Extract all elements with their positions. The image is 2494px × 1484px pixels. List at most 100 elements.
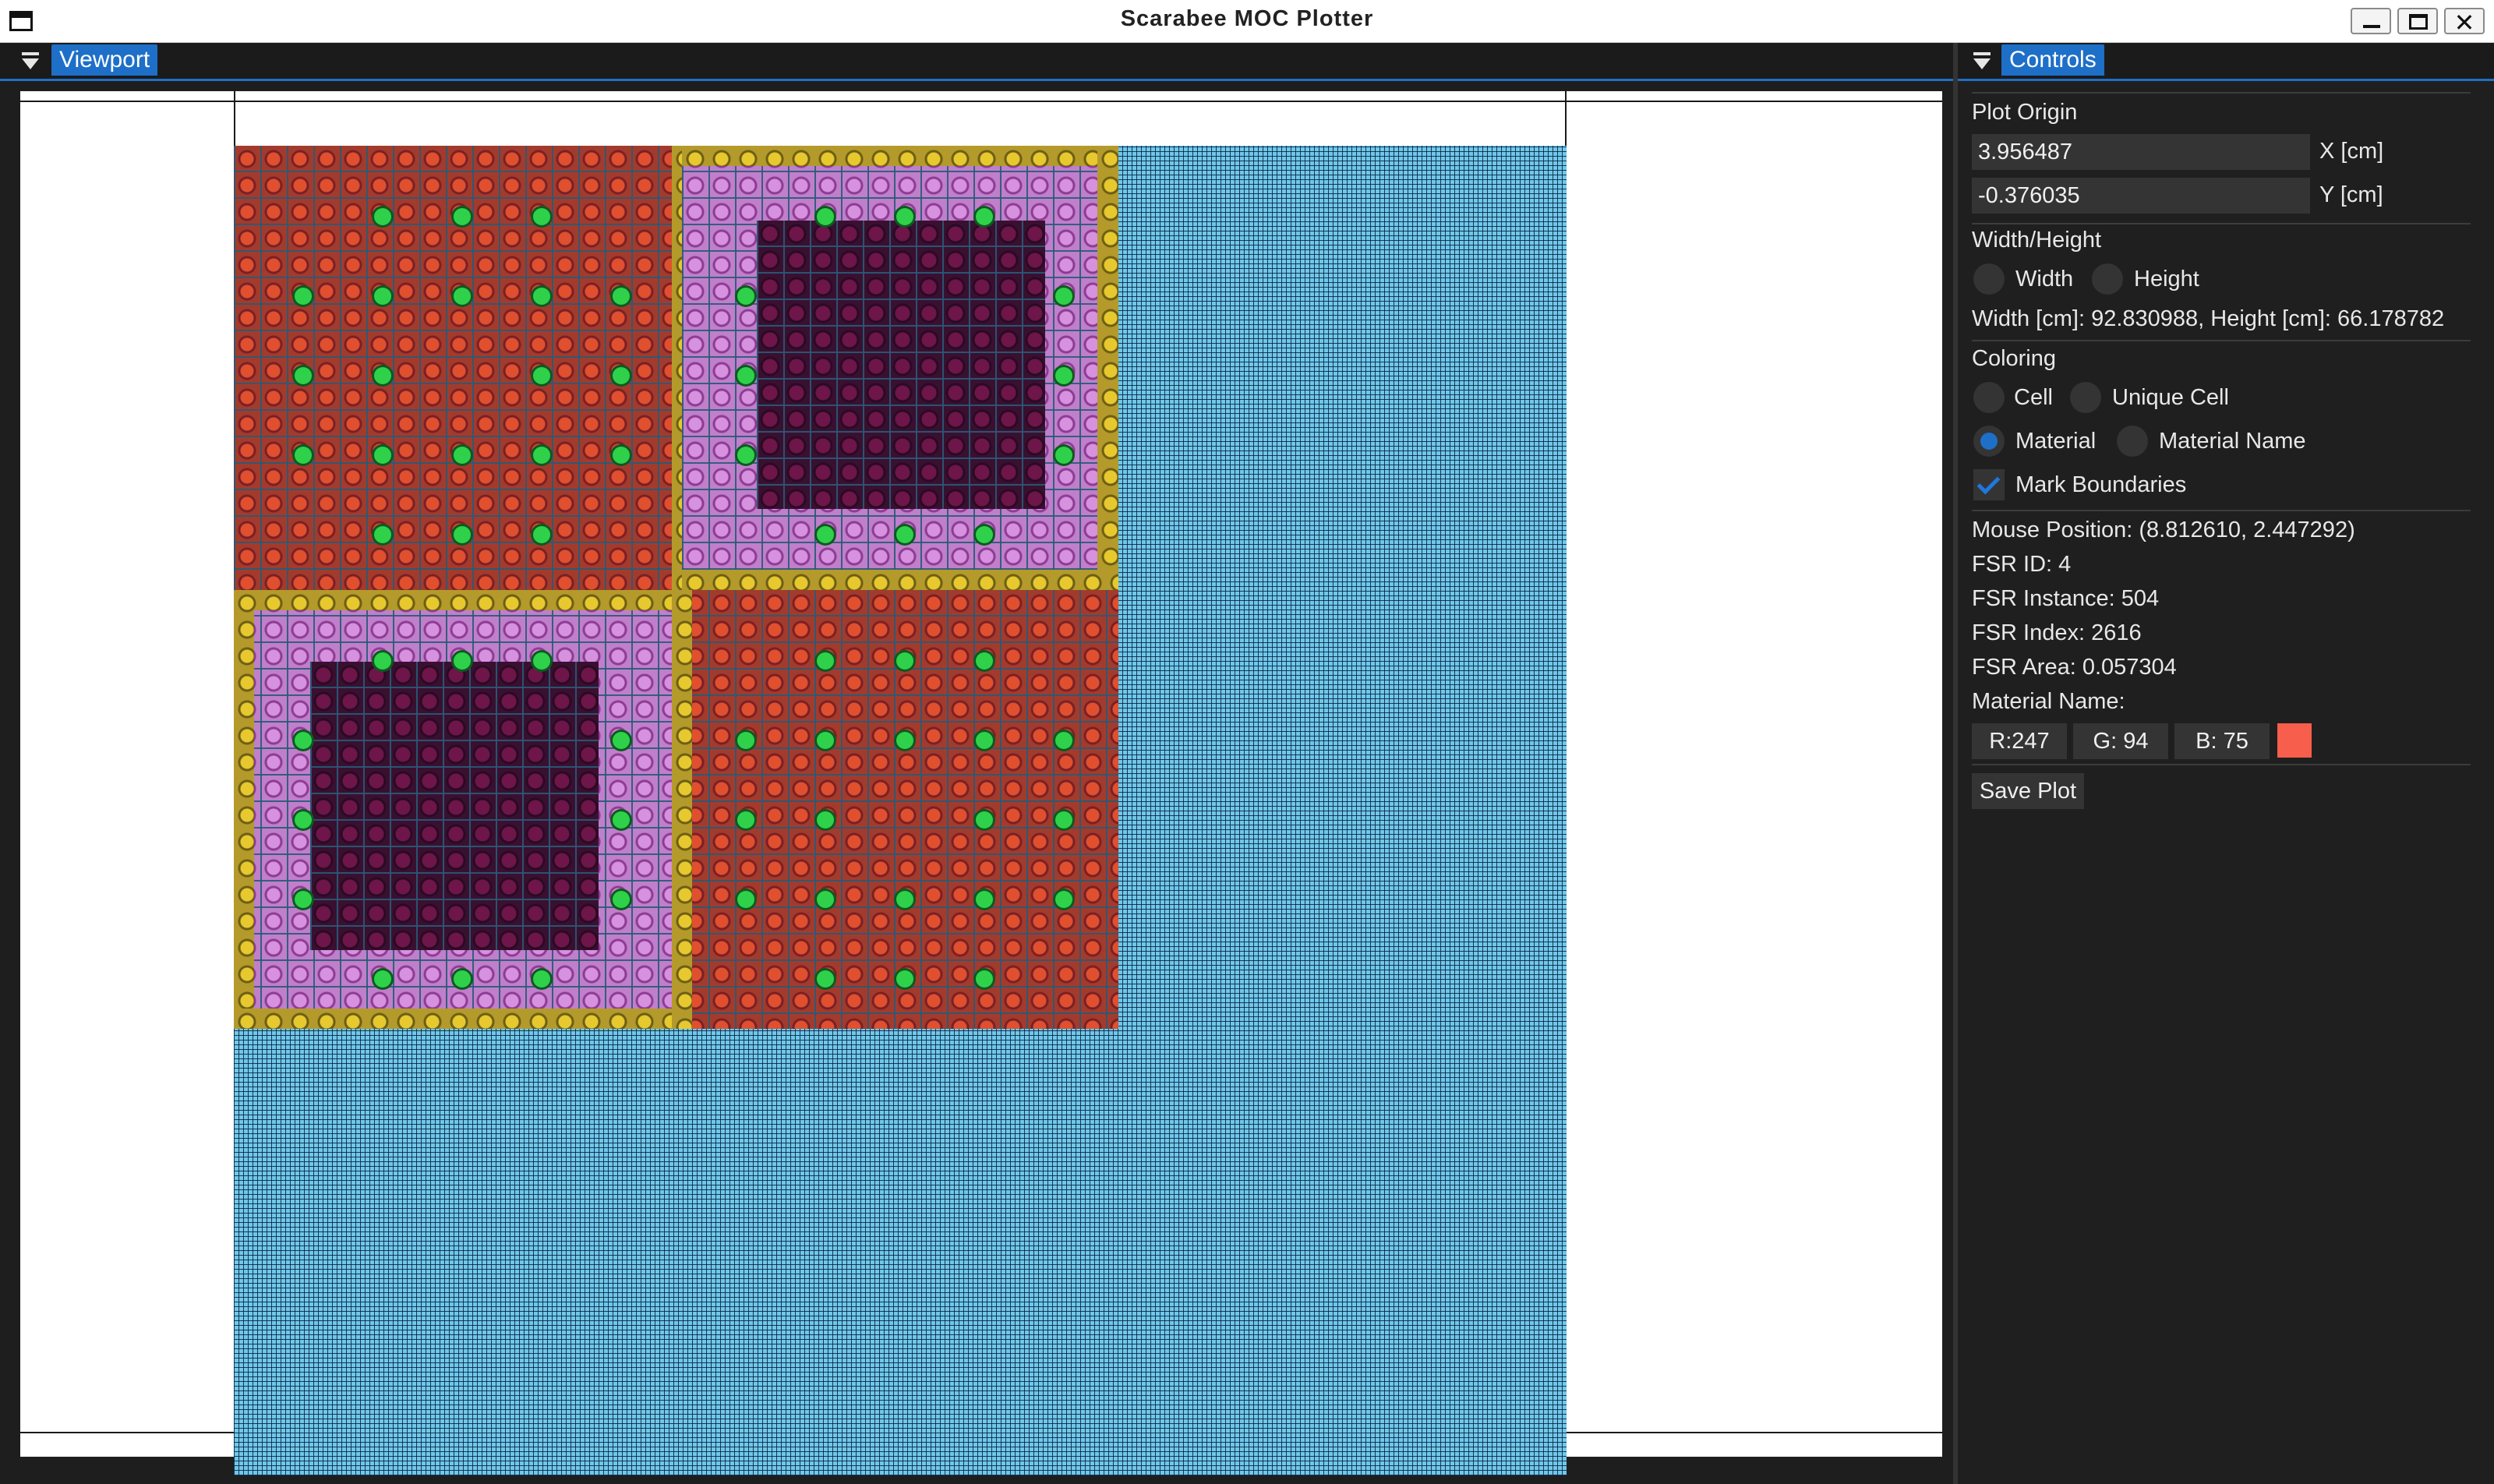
save-plot-button[interactable]: Save Plot xyxy=(1972,773,2084,809)
collapse-arrow-icon[interactable] xyxy=(22,52,39,69)
fsr-instance-readout: FSR Instance: 504 xyxy=(1972,586,2160,611)
tab-controls[interactable]: Controls xyxy=(2001,44,2104,76)
guide-tube xyxy=(533,970,550,988)
origin-y-input[interactable]: -0.376035 xyxy=(1972,178,2310,214)
cell-radio[interactable] xyxy=(1973,382,2005,413)
separator xyxy=(1972,764,2471,765)
moc-geometry-plot[interactable] xyxy=(234,146,1567,1475)
guide-tube xyxy=(295,891,312,908)
guide-tube xyxy=(976,208,993,225)
guide-tube xyxy=(613,732,630,749)
material-radio[interactable] xyxy=(1973,426,2005,457)
close-button[interactable]: ✕ xyxy=(2444,8,2485,37)
mark-boundaries-checkbox[interactable] xyxy=(1973,469,2005,500)
guide-tube xyxy=(295,732,312,749)
guide-tube xyxy=(737,367,754,384)
guide-tube xyxy=(976,526,993,543)
separator xyxy=(1972,92,2471,94)
guide-tube xyxy=(454,208,471,225)
guide-tube xyxy=(374,447,391,464)
guide-tube xyxy=(295,447,312,464)
guide-tube xyxy=(454,652,471,670)
assembly-edge-strip xyxy=(234,1009,682,1029)
guide-tube xyxy=(454,288,471,305)
dimensions-readout: Width [cm]: 92.830988, Height [cm]: 66.1… xyxy=(1972,306,2445,331)
guide-tube xyxy=(533,367,550,384)
guide-tube xyxy=(817,652,834,670)
guide-tube xyxy=(374,970,391,988)
guide-tube xyxy=(1055,732,1072,749)
guide-tube xyxy=(613,367,630,384)
fsr-id-readout: FSR ID: 4 xyxy=(1972,552,2072,577)
guide-tube xyxy=(295,288,312,305)
guide-tube xyxy=(737,447,754,464)
maximize-icon xyxy=(2409,14,2428,30)
collapse-arrow-icon[interactable] xyxy=(1973,52,1991,69)
assembly-edge-strip xyxy=(672,590,692,1029)
material-name-radio-label: Material Name xyxy=(2159,429,2306,454)
guide-tube xyxy=(533,288,550,305)
guide-tube xyxy=(976,811,993,829)
guide-tube xyxy=(454,526,471,543)
unique-cell-radio[interactable] xyxy=(2070,382,2101,413)
guide-tube xyxy=(374,526,391,543)
guide-tube xyxy=(295,811,312,829)
unique-cell-radio-label: Unique Cell xyxy=(2112,385,2229,410)
color-red-field[interactable]: R:247 xyxy=(1972,723,2067,759)
guide-tube xyxy=(295,367,312,384)
material-name-radio[interactable] xyxy=(2117,426,2148,457)
assembly-edge-strip xyxy=(234,590,254,1029)
close-icon: ✕ xyxy=(2453,8,2475,37)
origin-x-input[interactable]: 3.956487 xyxy=(1972,134,2310,170)
guide-tube xyxy=(374,208,391,225)
cell-radio-label: Cell xyxy=(2014,385,2053,410)
guide-tube xyxy=(1055,447,1072,464)
guide-tube xyxy=(976,652,993,670)
guide-tube xyxy=(737,732,754,749)
separator xyxy=(1972,340,2471,341)
plot-boundary-top xyxy=(20,101,1942,102)
mox-high-enrichment-region xyxy=(757,221,1045,509)
material-radio-label: Material xyxy=(2015,429,2097,454)
guide-tube xyxy=(533,526,550,543)
guide-tube xyxy=(817,526,834,543)
material-name-readout: Material Name: xyxy=(1972,689,2125,714)
mouse-position-readout: Mouse Position: (8.812610, 2.447292) xyxy=(1972,518,2355,542)
assembly-edge-strip xyxy=(1097,146,1118,590)
guide-tube xyxy=(454,970,471,988)
width-radio[interactable] xyxy=(1973,263,2005,295)
guide-tube xyxy=(976,970,993,988)
assembly-edge-strip xyxy=(682,146,1118,166)
guide-tube xyxy=(817,970,834,988)
guide-tube xyxy=(737,811,754,829)
color-blue-field[interactable]: B: 75 xyxy=(2174,723,2270,759)
color-swatch[interactable] xyxy=(2277,723,2312,758)
guide-tube xyxy=(533,208,550,225)
width-radio-label: Width xyxy=(2015,267,2074,292)
guide-tube xyxy=(374,367,391,384)
guide-tube xyxy=(817,891,834,908)
guide-tube xyxy=(1055,811,1072,829)
color-green-field[interactable]: G: 94 xyxy=(2073,723,2168,759)
guide-tube xyxy=(896,526,913,543)
viewport-tab-bar: Viewport xyxy=(0,43,1956,81)
assembly-edge-strip xyxy=(682,570,1118,590)
maximize-button[interactable] xyxy=(2397,8,2438,34)
guide-tube xyxy=(896,208,913,225)
minimize-button[interactable] xyxy=(2351,8,2391,34)
fsr-area-readout: FSR Area: 0.057304 xyxy=(1972,655,2177,680)
guide-tube xyxy=(613,447,630,464)
guide-tube xyxy=(896,652,913,670)
height-radio[interactable] xyxy=(2092,263,2123,295)
guide-tube xyxy=(737,891,754,908)
guide-tube xyxy=(374,652,391,670)
guide-tube xyxy=(533,447,550,464)
guide-tube xyxy=(613,891,630,908)
guide-tube xyxy=(896,891,913,908)
mark-boundaries-label: Mark Boundaries xyxy=(2015,472,2187,497)
tab-viewport[interactable]: Viewport xyxy=(51,44,158,76)
guide-tube xyxy=(533,652,550,670)
guide-tube xyxy=(976,732,993,749)
separator xyxy=(1972,510,2471,511)
coloring-heading: Coloring xyxy=(1972,346,2056,371)
